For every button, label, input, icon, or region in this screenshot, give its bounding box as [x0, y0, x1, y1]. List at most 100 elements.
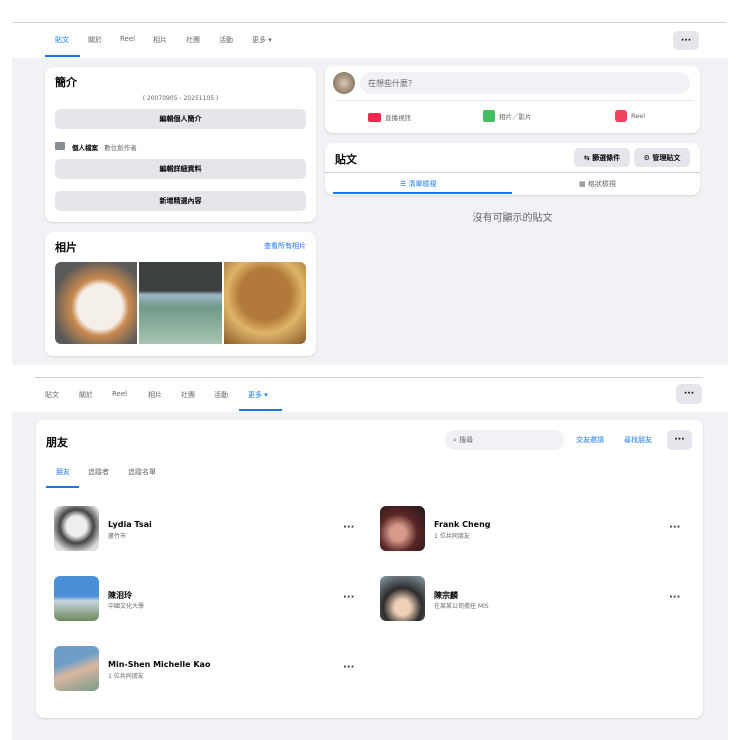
friends-more-button[interactable]: ··· [667, 430, 692, 450]
tab-groups[interactable]: 社團 [186, 35, 200, 45]
friends-title: 朋友 [46, 436, 68, 449]
more-options-button[interactable]: ··· [676, 384, 702, 404]
find-friends-link[interactable]: 尋找朋友 [624, 435, 652, 445]
tab-posts[interactable]: 貼文 [55, 35, 69, 45]
friend-subtitle: 中國文化大學 [108, 603, 145, 610]
friend-options-button[interactable]: ··· [343, 662, 354, 673]
tab-about[interactable]: 關於 [79, 390, 93, 400]
user-avatar[interactable] [333, 72, 355, 94]
photo-video-button[interactable]: 相片／影片 [483, 110, 532, 122]
live-label: 直播視訊 [385, 114, 411, 122]
friends-tab-followers[interactable]: 追蹤者 [88, 467, 109, 477]
caret-down-icon: ▾ [268, 36, 272, 44]
friend-options-button[interactable]: ··· [669, 522, 680, 533]
friend-name[interactable]: 陳宗麟 [434, 590, 458, 601]
friend-avatar[interactable] [54, 506, 99, 551]
see-all-photos-link[interactable]: 查看所有相片 [264, 241, 306, 251]
tab-events[interactable]: 活動 [219, 35, 233, 45]
friend-name[interactable]: 陳泪玲 [108, 590, 132, 601]
gear-icon: ⚙ [643, 153, 653, 162]
tab-more[interactable]: 更多 ▾ [252, 35, 272, 45]
edit-details-button[interactable]: 編輯詳細資料 [55, 159, 306, 179]
friend-avatar[interactable] [380, 506, 425, 551]
friend-subtitle: 蘆竹市 [108, 533, 127, 540]
friends-card: 朋友 ⌕ 搜尋 交友邀請 尋找朋友 ··· 朋友 追蹤者 追蹤名單 Lydia … [36, 420, 703, 718]
tab-more[interactable]: 更多 ▾ [248, 390, 268, 400]
tab-posts[interactable]: 貼文 [45, 390, 59, 400]
caret-down-icon: ▾ [264, 391, 268, 399]
intro-title: 簡介 [55, 76, 77, 89]
tab-events[interactable]: 活動 [214, 390, 228, 400]
divider [35, 377, 703, 378]
photos-card: 相片 查看所有相片 [45, 232, 316, 356]
tab-reels[interactable]: Reel [112, 390, 127, 398]
photo-cat-1[interactable] [55, 262, 137, 344]
list-view-tab[interactable]: ☰ 清單檢視 [400, 179, 437, 189]
tab-more-label: 更多 [252, 36, 266, 44]
list-view-label: 清單檢視 [408, 180, 437, 188]
tab-groups[interactable]: 社團 [181, 390, 195, 400]
friend-name[interactable]: Min-Shen Michelle Kao [108, 660, 210, 669]
friend-requests-link[interactable]: 交友邀請 [576, 435, 604, 445]
reel-button[interactable]: Reel [615, 110, 645, 122]
more-options-button[interactable]: ··· [673, 31, 699, 50]
live-video-button[interactable]: 直播視訊 [368, 112, 411, 122]
friend-name[interactable]: Lydia Tsai [108, 520, 152, 529]
photo-bus-interior[interactable] [139, 262, 222, 344]
active-tab-indicator [239, 409, 282, 411]
friend-avatar[interactable] [54, 646, 99, 691]
divider [335, 100, 692, 101]
photo-cat-2[interactable] [224, 262, 306, 344]
reel-label: Reel [631, 112, 646, 120]
add-featured-button[interactable]: 新增精選內容 [55, 191, 306, 211]
profile-category: 個人檔案 · 數位創作者 [72, 142, 137, 152]
composer-card: 在想些什麼？ 直播視訊 相片／影片 Reel [325, 66, 700, 133]
friend-avatar[interactable] [380, 576, 425, 621]
active-tab-indicator [45, 55, 80, 57]
profile-header-remnant [38, 0, 188, 12]
tab-about[interactable]: 關於 [88, 35, 102, 45]
tab-reels[interactable]: Reel [120, 35, 135, 43]
friends-search-input[interactable]: ⌕ 搜尋 [445, 430, 564, 450]
friend-avatar[interactable] [54, 576, 99, 621]
tab-more-label: 更多 [248, 391, 262, 399]
manage-posts-button[interactable]: ⚙ 管理貼文 [634, 148, 690, 167]
friend-options-button[interactable]: ··· [343, 592, 354, 603]
filter-label: 篩選條件 [592, 153, 621, 162]
filter-button[interactable]: ⇆ 篩選條件 [574, 148, 630, 167]
photo-icon [483, 110, 495, 122]
edit-bio-button[interactable]: 編輯個人簡介 [55, 109, 306, 129]
sliders-icon: ⇆ [583, 153, 593, 162]
list-icon: ☰ [400, 180, 409, 188]
friend-subtitle: 1 位共同朋友 [434, 533, 470, 540]
friend-options-button[interactable]: ··· [669, 592, 680, 603]
posts-card: 貼文 ⇆ 篩選條件 ⚙ 管理貼文 ☰ 清單檢視 ▦ 格狀檢視 [325, 143, 700, 195]
friend-subtitle: 1 位共同朋友 [108, 673, 144, 680]
divider [12, 22, 726, 23]
tab-photos[interactable]: 相片 [153, 35, 167, 45]
profile-type: · 數位創作者 [98, 144, 137, 152]
grid-icon: ▦ [579, 180, 588, 188]
reel-icon [615, 110, 627, 122]
divider [325, 172, 700, 173]
friend-subtitle: 在某某公司擔任 MIS [434, 603, 489, 610]
friends-tab-all[interactable]: 朋友 [56, 467, 70, 477]
posts-title: 貼文 [335, 153, 357, 166]
profile-label: 個人檔案 [72, 144, 98, 152]
intro-dates: ( 20070905 - 20251105 ) [142, 95, 219, 102]
video-camera-icon [368, 112, 381, 122]
grid-view-tab[interactable]: ▦ 格狀檢視 [579, 179, 616, 189]
search-placeholder: 搜尋 [459, 436, 474, 444]
photos-title: 相片 [55, 241, 77, 254]
tab-photos[interactable]: 相片 [148, 390, 162, 400]
grid-view-label: 格狀檢視 [587, 180, 616, 188]
active-view-indicator [333, 192, 512, 194]
photo-label: 相片／影片 [499, 113, 532, 121]
friend-name[interactable]: Frank Cheng [434, 520, 491, 529]
friend-options-button[interactable]: ··· [343, 522, 354, 533]
intro-card: 簡介 ( 20070905 - 20251105 ) 編輯個人簡介 個人檔案 ·… [45, 67, 316, 222]
composer-input[interactable]: 在想些什麼？ [360, 72, 690, 94]
friends-tab-following[interactable]: 追蹤名單 [128, 467, 156, 477]
manage-label: 管理貼文 [652, 153, 681, 162]
active-friends-tab-indicator [46, 486, 79, 488]
